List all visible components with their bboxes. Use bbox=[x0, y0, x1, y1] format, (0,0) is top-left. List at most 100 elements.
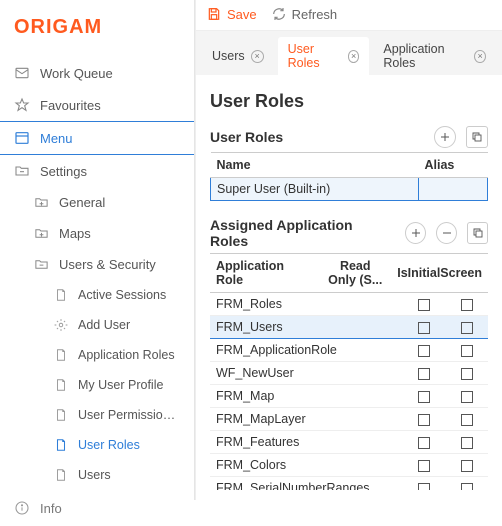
checkbox[interactable] bbox=[461, 414, 473, 426]
table-row[interactable]: FRM_ApplicationRole bbox=[210, 339, 488, 362]
cell-readonly[interactable] bbox=[403, 293, 446, 316]
sidebar-item-label: Maps bbox=[59, 226, 91, 241]
cell-initial[interactable] bbox=[445, 339, 488, 362]
cell-role: FRM_SerialNumberRanges bbox=[210, 477, 403, 491]
sidebar-item-add-user[interactable]: Add User bbox=[0, 310, 194, 340]
file-icon bbox=[54, 408, 68, 422]
sidebar-item-label: Info bbox=[40, 501, 62, 516]
cell-role: FRM_Features bbox=[210, 431, 403, 454]
cell-initial[interactable] bbox=[445, 454, 488, 477]
tab-application-roles[interactable]: Application Roles× bbox=[373, 37, 496, 75]
cell-initial[interactable] bbox=[445, 385, 488, 408]
file-icon bbox=[54, 288, 68, 302]
cell-initial[interactable] bbox=[445, 477, 488, 491]
checkbox[interactable] bbox=[418, 345, 430, 357]
table-row[interactable]: FRM_MapLayer bbox=[210, 408, 488, 431]
table-row[interactable]: FRM_Map bbox=[210, 385, 488, 408]
close-icon[interactable]: × bbox=[474, 50, 486, 63]
copy-button[interactable] bbox=[466, 126, 488, 148]
copy-button[interactable] bbox=[467, 222, 488, 244]
checkbox[interactable] bbox=[418, 460, 430, 472]
copy-icon bbox=[471, 131, 483, 143]
checkbox[interactable] bbox=[461, 437, 473, 449]
cell-readonly[interactable] bbox=[403, 454, 446, 477]
section-title: User Roles bbox=[210, 129, 283, 145]
minus-icon bbox=[441, 227, 453, 239]
checkbox[interactable] bbox=[461, 483, 473, 490]
table-row[interactable]: Super User (Built-in) bbox=[211, 178, 488, 201]
table-row[interactable]: FRM_Colors bbox=[210, 454, 488, 477]
sidebar-item-label: Settings bbox=[40, 164, 87, 179]
sidebar-item-work-queue[interactable]: Work Queue bbox=[0, 57, 194, 89]
checkbox[interactable] bbox=[418, 322, 430, 334]
checkbox[interactable] bbox=[418, 483, 430, 490]
tab-users[interactable]: Users× bbox=[202, 37, 274, 75]
cell-initial[interactable] bbox=[445, 408, 488, 431]
menu-icon bbox=[14, 130, 30, 146]
cell-readonly[interactable] bbox=[403, 431, 446, 454]
cell-readonly[interactable] bbox=[403, 408, 446, 431]
table-row[interactable]: FRM_Roles bbox=[210, 293, 488, 316]
close-icon[interactable]: × bbox=[251, 50, 264, 63]
table-row[interactable]: FRM_Features bbox=[210, 431, 488, 454]
checkbox[interactable] bbox=[461, 460, 473, 472]
save-button[interactable]: Save bbox=[206, 6, 257, 22]
assigned-roles-table: Application Role Read Only (S... IsIniti… bbox=[210, 253, 488, 293]
sidebar-item-users[interactable]: Users bbox=[0, 460, 194, 490]
col-alias[interactable]: Alias bbox=[418, 153, 487, 178]
cell-initial[interactable] bbox=[445, 431, 488, 454]
cell-readonly[interactable] bbox=[403, 339, 446, 362]
cell-readonly[interactable] bbox=[403, 477, 446, 491]
checkbox[interactable] bbox=[461, 299, 473, 311]
sidebar-item-info[interactable]: Info bbox=[0, 490, 194, 526]
sidebar-item-settings[interactable]: Settings bbox=[0, 155, 194, 187]
sidebar-item-general[interactable]: General bbox=[0, 187, 194, 218]
add-button[interactable] bbox=[434, 126, 456, 148]
sidebar-item-maps[interactable]: Maps bbox=[0, 218, 194, 249]
add-button[interactable] bbox=[405, 222, 426, 244]
folder-plus-icon bbox=[34, 195, 49, 210]
col-initial[interactable]: IsInitialScreen bbox=[391, 254, 488, 293]
sidebar-item-my-user-profile[interactable]: My User Profile bbox=[0, 370, 194, 400]
sidebar-item-application-roles[interactable]: Application Roles bbox=[0, 340, 194, 370]
sidebar-item-menu[interactable]: Menu bbox=[0, 121, 194, 155]
checkbox[interactable] bbox=[418, 414, 430, 426]
tab-user-roles[interactable]: User Roles× bbox=[278, 37, 370, 75]
tabs: Users×User Roles×Application Roles× bbox=[196, 31, 502, 75]
col-role[interactable]: Application Role bbox=[210, 254, 319, 293]
cell-initial[interactable] bbox=[445, 316, 488, 339]
user-roles-table: Name Alias Super User (Built-in) bbox=[210, 152, 488, 201]
sidebar-item-active-sessions[interactable]: Active Sessions bbox=[0, 280, 194, 310]
checkbox[interactable] bbox=[461, 322, 473, 334]
table-row[interactable]: WF_NewUser bbox=[210, 362, 488, 385]
checkbox[interactable] bbox=[418, 299, 430, 311]
cell-readonly[interactable] bbox=[403, 362, 446, 385]
remove-button[interactable] bbox=[436, 222, 457, 244]
sidebar-item-label: Users bbox=[78, 468, 111, 482]
checkbox[interactable] bbox=[418, 368, 430, 380]
col-readonly[interactable]: Read Only (S... bbox=[319, 254, 391, 293]
checkbox[interactable] bbox=[418, 391, 430, 403]
cell-readonly[interactable] bbox=[403, 316, 446, 339]
checkbox[interactable] bbox=[461, 345, 473, 357]
sidebar-item-favourites[interactable]: Favourites bbox=[0, 89, 194, 121]
sidebar-item-label: Work Queue bbox=[40, 66, 113, 81]
sidebar-item-users-security[interactable]: Users & Security bbox=[0, 249, 194, 280]
cell-readonly[interactable] bbox=[403, 385, 446, 408]
cell-initial[interactable] bbox=[445, 362, 488, 385]
close-icon[interactable]: × bbox=[348, 50, 360, 63]
checkbox[interactable] bbox=[418, 437, 430, 449]
cell-initial[interactable] bbox=[445, 293, 488, 316]
sidebar-item-user-permissions[interactable]: User Permissions Overv... bbox=[0, 400, 194, 430]
cell-role: FRM_Colors bbox=[210, 454, 403, 477]
folder-minus-icon bbox=[14, 163, 30, 179]
checkbox[interactable] bbox=[461, 391, 473, 403]
table-row[interactable]: FRM_Users bbox=[210, 316, 488, 339]
refresh-button[interactable]: Refresh bbox=[271, 6, 338, 22]
col-name[interactable]: Name bbox=[211, 153, 419, 178]
gear-icon bbox=[54, 318, 68, 332]
checkbox[interactable] bbox=[461, 368, 473, 380]
sidebar-item-user-roles[interactable]: User Roles bbox=[0, 430, 194, 460]
table-row[interactable]: FRM_SerialNumberRanges bbox=[210, 477, 488, 491]
sidebar-item-label: Add User bbox=[78, 318, 130, 332]
